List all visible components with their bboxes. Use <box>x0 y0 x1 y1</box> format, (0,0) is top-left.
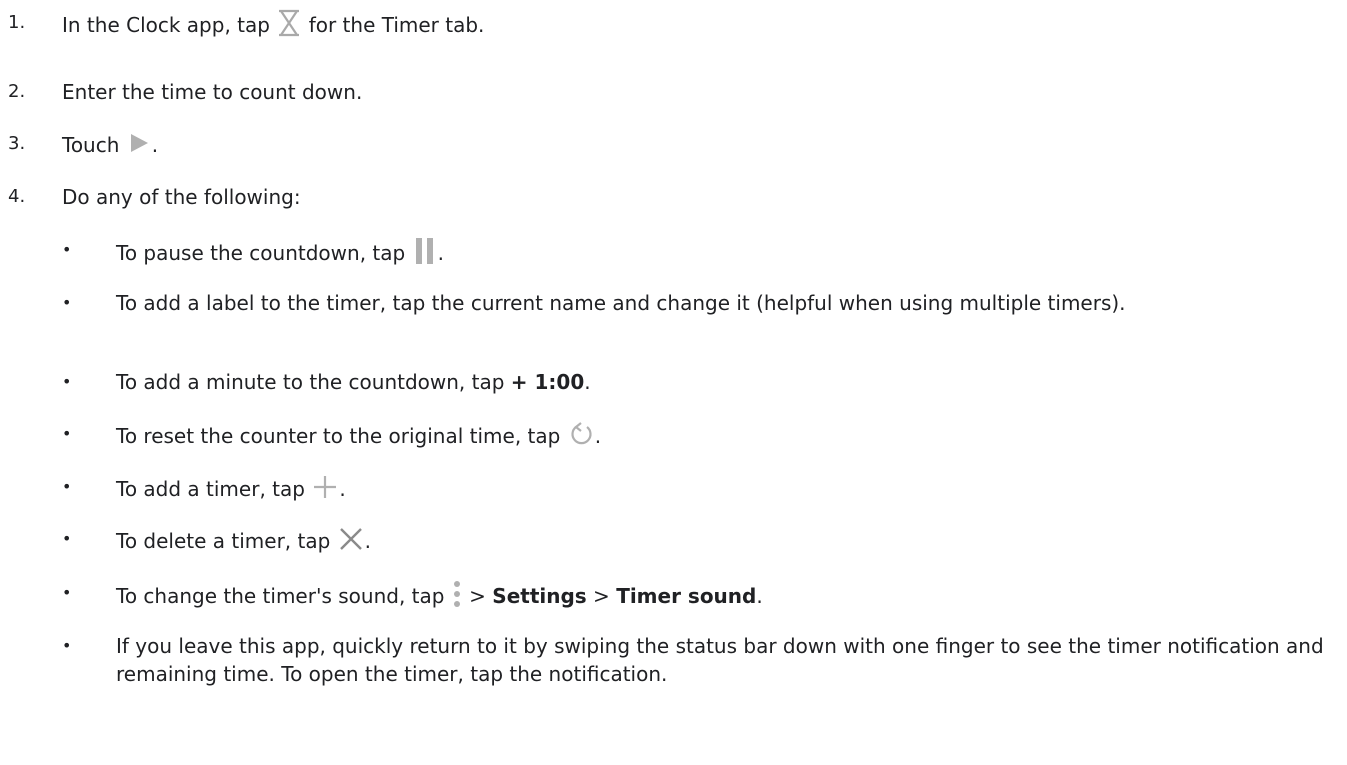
step-text: Do any of the following: <box>62 185 301 209</box>
more-vert-icon <box>451 579 463 616</box>
hourglass-icon <box>276 9 302 44</box>
plus-icon <box>311 473 339 508</box>
step-number: 4. <box>8 186 26 207</box>
settings-label: Settings <box>492 584 587 608</box>
bullet: • <box>62 372 72 391</box>
bullet: • <box>62 583 72 602</box>
step-text: Enter the time to count down. <box>62 80 363 104</box>
step-number: 3. <box>8 133 26 154</box>
pause-icon <box>412 236 438 273</box>
play-icon <box>126 130 152 163</box>
bullet: • <box>62 529 72 548</box>
bullet: • <box>62 240 72 259</box>
bullet: • <box>62 636 72 655</box>
bullet: • <box>62 424 72 443</box>
reset-icon <box>567 420 595 455</box>
step-number: 2. <box>8 81 26 102</box>
add-minute-label: + 1:00 <box>510 370 585 394</box>
bullet: • <box>62 293 72 312</box>
close-icon <box>337 525 365 560</box>
bullet: • <box>62 477 72 496</box>
step-text: Touch . <box>62 130 158 163</box>
step-text: In the Clock app, tap for the Timer tab. <box>62 9 484 44</box>
step-number: 1. <box>8 12 26 33</box>
timer-sound-label: Timer sound <box>616 584 757 608</box>
